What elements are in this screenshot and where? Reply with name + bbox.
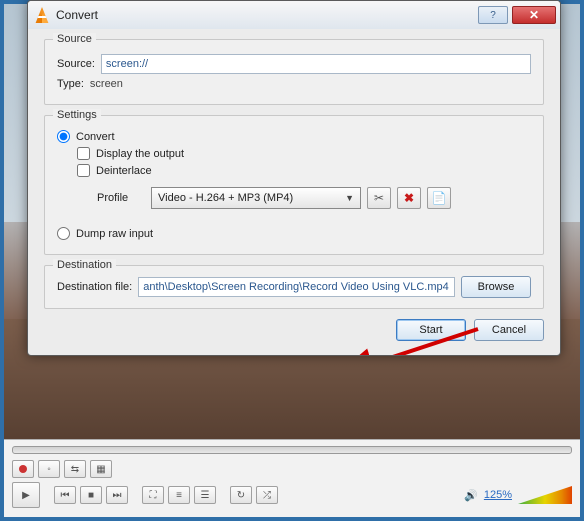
dump-radio-label: Dump raw input — [76, 228, 153, 240]
source-legend: Source — [53, 33, 96, 45]
vlc-cone-icon — [34, 7, 50, 23]
source-input[interactable] — [101, 54, 531, 74]
destination-group: Destination Destination file: Browse — [44, 265, 544, 309]
fullscreen-button[interactable]: ⛶ — [142, 486, 164, 504]
display-output-label: Display the output — [96, 148, 184, 160]
source-label: Source: — [57, 58, 95, 70]
next-button[interactable]: ⏭ — [106, 486, 128, 504]
type-value: screen — [90, 78, 123, 90]
source-group: Source Source: Type: screen — [44, 39, 544, 105]
play-button[interactable]: ▶ — [12, 482, 40, 508]
convert-dialog: Convert ? ✕ Source Source: Type: screen … — [27, 0, 561, 356]
stop-button[interactable]: ■ — [80, 486, 102, 504]
display-output-cb-input[interactable] — [77, 147, 90, 160]
volume-control[interactable]: 🔊 125% — [464, 486, 572, 504]
help-button[interactable]: ? — [478, 6, 508, 24]
convert-radio-label: Convert — [76, 131, 115, 143]
dialog-footer: Start Cancel — [44, 319, 544, 341]
edit-profile-button[interactable]: ✂ — [367, 187, 391, 209]
destination-legend: Destination — [53, 259, 116, 271]
loop-button[interactable]: ↻ — [230, 486, 252, 504]
seek-bar[interactable] — [12, 446, 572, 454]
profile-label: Profile — [97, 192, 145, 204]
deinterlace-checkbox[interactable]: Deinterlace — [77, 164, 531, 177]
titlebar[interactable]: Convert ? ✕ — [28, 1, 560, 29]
deinterlace-label: Deinterlace — [96, 165, 152, 177]
frame-button[interactable]: ▦ — [90, 460, 112, 478]
prev-button[interactable]: ⏮ — [54, 486, 76, 504]
convert-radio[interactable]: Convert — [57, 130, 531, 143]
player-controls: ◦ ⇆ ▦ ▶ ⏮ ■ ⏭ ⛶ ≡ ☰ ↻ ⤮ 🔊 125% — [4, 439, 580, 517]
ext-settings-button[interactable]: ≡ — [168, 486, 190, 504]
record-button[interactable] — [12, 460, 34, 478]
delete-profile-button[interactable]: ✖ — [397, 187, 421, 209]
profile-value: Video - H.264 + MP3 (MP4) — [158, 192, 293, 204]
settings-legend: Settings — [53, 109, 101, 121]
convert-radio-input[interactable] — [57, 130, 70, 143]
profile-combobox[interactable]: Video - H.264 + MP3 (MP4) ▼ — [151, 187, 361, 209]
start-button[interactable]: Start — [396, 319, 466, 341]
playlist-button[interactable]: ☰ — [194, 486, 216, 504]
snapshot-button[interactable]: ◦ — [38, 460, 60, 478]
settings-group: Settings Convert Display the output Dein… — [44, 115, 544, 255]
volume-percent[interactable]: 125% — [484, 489, 512, 501]
atob-button[interactable]: ⇆ — [64, 460, 86, 478]
new-profile-button[interactable]: 📄 — [427, 187, 451, 209]
window-title: Convert — [56, 8, 98, 22]
destination-file-label: Destination file: — [57, 281, 132, 293]
dump-radio[interactable]: Dump raw input — [57, 227, 531, 240]
display-output-checkbox[interactable]: Display the output — [77, 147, 531, 160]
destination-file-input[interactable] — [138, 277, 455, 297]
shuffle-button[interactable]: ⤮ — [256, 486, 278, 504]
type-label: Type: — [57, 78, 84, 90]
browse-button[interactable]: Browse — [461, 276, 531, 298]
close-button[interactable]: ✕ — [512, 6, 556, 24]
chevron-down-icon: ▼ — [345, 193, 354, 203]
volume-slider[interactable] — [518, 486, 572, 504]
deinterlace-cb-input[interactable] — [77, 164, 90, 177]
record-icon — [19, 465, 27, 473]
dialog-body: Source Source: Type: screen Settings Con… — [28, 29, 560, 355]
cancel-button[interactable]: Cancel — [474, 319, 544, 341]
dump-radio-input[interactable] — [57, 227, 70, 240]
